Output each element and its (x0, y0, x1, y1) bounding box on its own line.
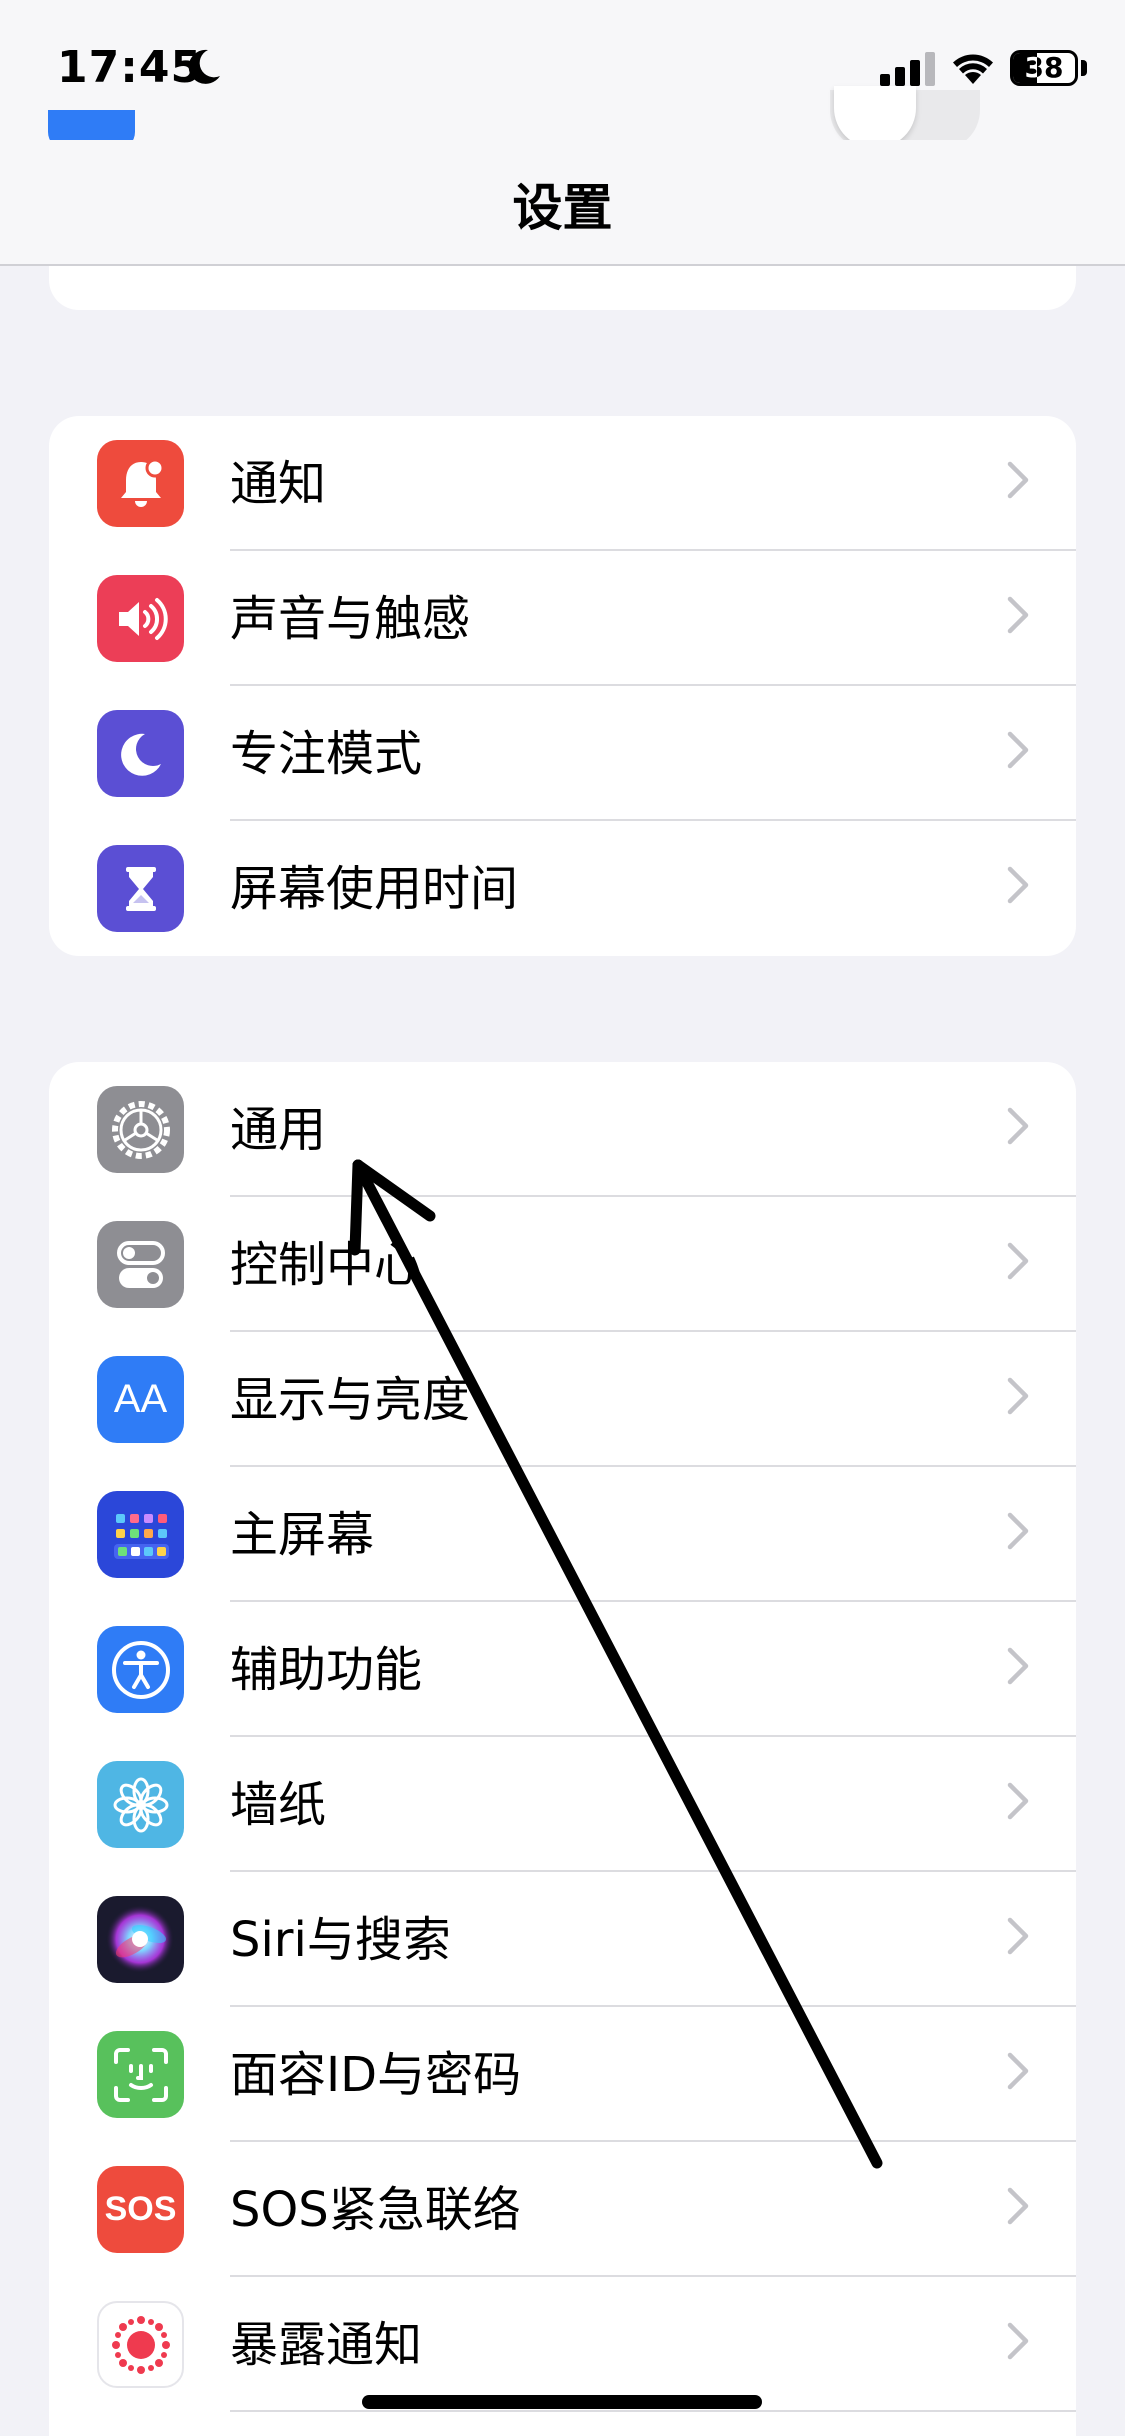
chevron-right-icon (1007, 2052, 1029, 2090)
row-label: 显示与亮度 (230, 1372, 471, 1428)
settings-row-home-screen[interactable]: 主屏幕 (49, 1467, 1076, 1602)
sos-icon: SOS (97, 2166, 184, 2253)
text-size-glyph: AA (113, 1377, 168, 1421)
chevron-right-icon (1007, 1782, 1029, 1820)
status-time: 17:45 (57, 42, 203, 93)
row-label: 面容ID与密码 (230, 2047, 522, 2103)
row-label: Siri与搜索 (230, 1912, 451, 1968)
navigation-bar: 设置 (0, 140, 1125, 266)
settings-row-control-center[interactable]: 控制中心 (49, 1197, 1076, 1332)
row-label: 屏幕使用时间 (230, 861, 519, 917)
moon-icon (188, 49, 220, 84)
chevron-right-icon (1007, 2187, 1029, 2225)
settings-row-general[interactable]: 通用 (49, 1062, 1076, 1197)
face-id-icon (97, 2031, 184, 2118)
battery-cap (1081, 60, 1087, 76)
settings-row-accessibility[interactable]: 辅助功能 (49, 1602, 1076, 1737)
battery-indicator: 38 (1010, 50, 1078, 86)
row-label: 辅助功能 (230, 1642, 423, 1698)
row-label: 专注模式 (230, 726, 423, 782)
chevron-right-icon (1007, 1647, 1029, 1685)
settings-row-next-partial[interactable] (49, 2412, 1076, 2436)
battery-percentage: 38 (1024, 51, 1064, 84)
home-indicator[interactable] (362, 2395, 762, 2409)
settings-row-notifications[interactable]: 通知 (49, 416, 1076, 551)
row-label: 通用 (230, 1102, 327, 1158)
row-label: 暴露通知 (230, 2317, 423, 2373)
chevron-right-icon (1007, 1512, 1029, 1550)
chevron-right-icon (1007, 1242, 1029, 1280)
accessibility-icon (97, 1626, 184, 1713)
chevron-right-icon (1007, 1377, 1029, 1415)
toggles-icon (97, 1221, 184, 1308)
row-label: 控制中心 (230, 1237, 423, 1293)
chevron-right-icon (1007, 1107, 1029, 1145)
app-grid-icon (97, 1491, 184, 1578)
hourglass-icon (97, 845, 184, 932)
speaker-icon (97, 575, 184, 662)
exposure-icon (97, 2301, 184, 2388)
settings-row-display[interactable]: AA 显示与亮度 (49, 1332, 1076, 1467)
row-label: 通知 (230, 456, 327, 512)
settings-group-general: 通用 控制中心 AA 显示与亮度 主屏幕 辅助功能 墙纸 Siri与搜索 面容I… (49, 1062, 1076, 2436)
chevron-right-icon (1007, 866, 1029, 904)
cellular-signal-icon (880, 52, 935, 86)
sos-glyph: SOS (104, 2190, 177, 2228)
settings-group-notifications: 通知 声音与触感 专注模式 屏幕使用时间 (49, 416, 1076, 956)
siri-icon (97, 1896, 184, 1983)
settings-row-exposure[interactable]: 暴露通知 (49, 2277, 1076, 2412)
settings-row-sos[interactable]: SOS SOS紧急联络 (49, 2142, 1076, 2277)
text-size-icon: AA (97, 1356, 184, 1443)
settings-row-screen-time[interactable]: 屏幕使用时间 (49, 821, 1076, 956)
chevron-right-icon (1007, 2322, 1029, 2360)
settings-row-sounds[interactable]: 声音与触感 (49, 551, 1076, 686)
chevron-right-icon (1007, 1917, 1029, 1955)
row-label: 声音与触感 (230, 591, 471, 647)
settings-row-wallpaper[interactable]: 墙纸 (49, 1737, 1076, 1872)
moon-icon (97, 710, 184, 797)
chevron-right-icon (1007, 461, 1029, 499)
row-label: SOS紧急联络 (230, 2182, 521, 2238)
row-label: 墙纸 (230, 1777, 327, 1833)
chevron-right-icon (1007, 596, 1029, 634)
row-label: 主屏幕 (230, 1507, 375, 1563)
settings-row-face-id[interactable]: 面容ID与密码 (49, 2007, 1076, 2142)
wifi-icon (953, 54, 993, 84)
bell-icon (97, 440, 184, 527)
flower-icon (97, 1761, 184, 1848)
gear-icon (97, 1086, 184, 1173)
settings-row-focus[interactable]: 专注模式 (49, 686, 1076, 821)
settings-row-siri[interactable]: Siri与搜索 (49, 1872, 1076, 2007)
chevron-right-icon (1007, 731, 1029, 769)
page-title: 设置 (512, 179, 613, 237)
